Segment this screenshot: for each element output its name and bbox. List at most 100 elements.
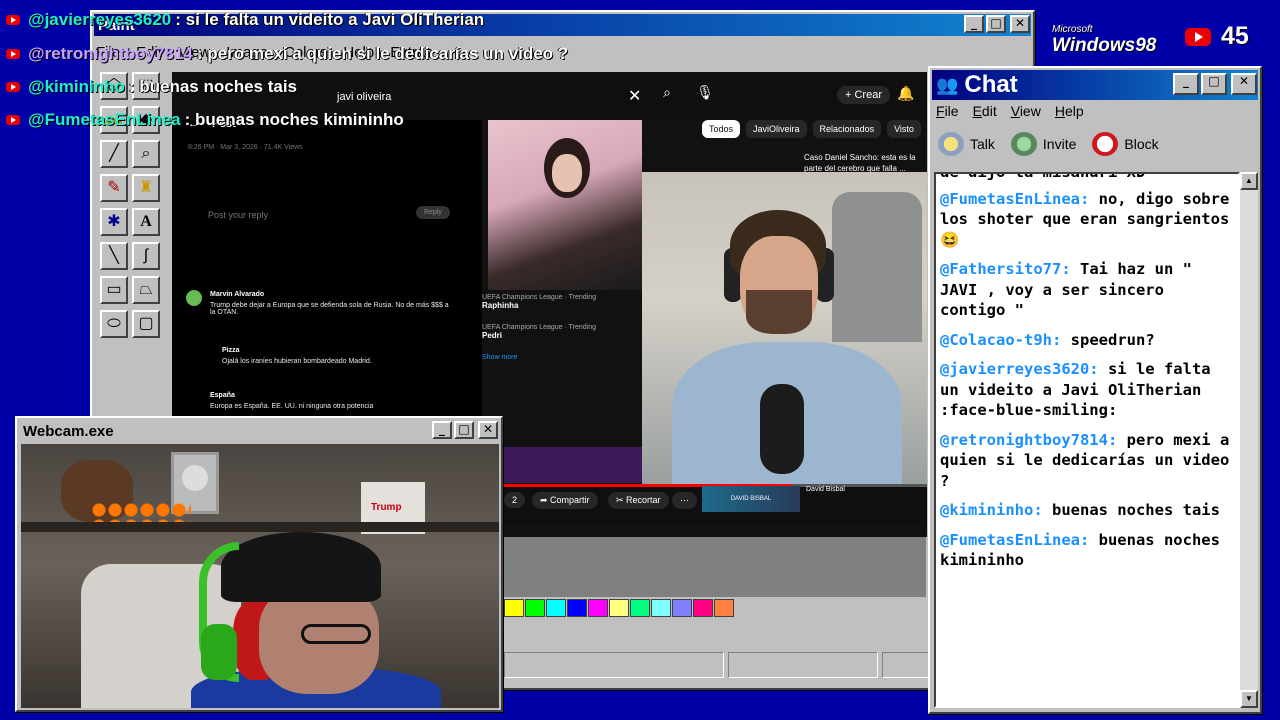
overlay-username: @FumetasEnLinea: [28, 110, 181, 129]
chat-username: @FumetasEnLinea:: [940, 530, 1090, 549]
gaming-chair: [832, 192, 922, 342]
chat-message: @retronightboy7814: pero mexi a quien si…: [940, 430, 1234, 492]
share-button[interactable]: ➦ Compartir: [532, 492, 598, 509]
airbrush-icon[interactable]: ✱: [100, 208, 128, 236]
curve-icon[interactable]: ∫: [132, 242, 160, 270]
chat-window: 👥 Chat _ □ ✕ File Edit View Help Talk In…: [928, 66, 1262, 714]
headphone-cup: [201, 624, 237, 680]
palette-swatch[interactable]: [693, 599, 713, 617]
palette-swatch[interactable]: [609, 599, 629, 617]
clear-search-icon[interactable]: ✕: [628, 86, 641, 106]
talk-icon: [938, 132, 964, 156]
create-button[interactable]: + Crear: [837, 86, 890, 104]
text-icon[interactable]: A: [132, 208, 160, 236]
x-reply-button[interactable]: Reply: [416, 206, 450, 219]
video-thumbnail[interactable]: DAVID BISBAL: [702, 486, 800, 512]
bell-icon[interactable]: 🔔: [897, 85, 914, 102]
overlay-message: : buenas noches tais: [128, 77, 298, 96]
paint-close-button[interactable]: ✕: [1010, 15, 1030, 33]
palette-swatch[interactable]: [588, 599, 608, 617]
webcam-title: Webcam.exe: [23, 422, 114, 440]
polygon-icon[interactable]: ⏢: [132, 276, 160, 304]
reply-text: Europa es España. EE. UU. ni ninguna otr…: [210, 403, 374, 410]
chat-menu-edit[interactable]: Edit: [973, 103, 997, 119]
suggested-video-title[interactable]: Caso Daniel Sancho: esta es la parte del…: [804, 152, 922, 174]
chip-all[interactable]: Todos: [702, 120, 741, 138]
overlay-username: @javierreyes3620: [28, 10, 172, 29]
color-palette: [504, 599, 734, 617]
chat-menu-file[interactable]: File: [936, 103, 959, 119]
chat-menu-view[interactable]: View: [1011, 103, 1041, 119]
ellipse-icon[interactable]: ⬭: [100, 310, 128, 338]
paint-minimize-button[interactable]: _: [964, 15, 984, 33]
palette-swatch[interactable]: [525, 599, 545, 617]
reply-text: Trump debe dejar a Europa que se defiend…: [210, 302, 449, 316]
talk-label: Talk: [970, 136, 995, 152]
chat-minimize-button[interactable]: _: [1173, 73, 1199, 95]
palette-swatch[interactable]: [546, 599, 566, 617]
chat-message: @Colacao-t9h: speedrun?: [940, 330, 1234, 351]
invite-icon: [1010, 132, 1037, 156]
status-cell: [728, 652, 878, 678]
more-icon[interactable]: ⋯: [672, 492, 697, 509]
chat-menu-help[interactable]: Help: [1055, 103, 1084, 119]
chat-partial-message: de dijo la misandri XD: [940, 172, 1146, 181]
webcam-maximize-button[interactable]: □: [454, 421, 474, 439]
reply-author: Marvin Alvarado: [210, 291, 265, 298]
brush-icon[interactable]: ♜: [132, 174, 160, 202]
chat-scrollbar[interactable]: ▲ ▼: [1240, 172, 1258, 708]
pencil-icon[interactable]: ✎: [100, 174, 128, 202]
clip-label: Recortar: [626, 495, 661, 505]
palette-swatch[interactable]: [651, 599, 671, 617]
mic-icon[interactable]: 🎙: [694, 84, 716, 106]
invite-button[interactable]: Invite: [1010, 132, 1076, 156]
webcam-titlebar[interactable]: Webcam.exe: [19, 420, 499, 442]
chip-watched[interactable]: Visto: [887, 120, 921, 138]
palette-swatch[interactable]: [504, 599, 524, 617]
scroll-down-icon[interactable]: ▼: [1240, 690, 1258, 708]
chat-log[interactable]: de dijo la misandri XD @FumetasEnLinea: …: [934, 172, 1240, 708]
windows98-label: Windows98: [1052, 35, 1157, 56]
chat-close-button[interactable]: ✕: [1231, 73, 1257, 95]
search-icon[interactable]: ⌕: [656, 84, 678, 106]
rectangle-icon[interactable]: ▭: [100, 276, 128, 304]
paint-maximize-button[interactable]: □: [986, 15, 1006, 33]
block-button[interactable]: Block: [1092, 132, 1159, 156]
microphone: [760, 384, 804, 474]
webcam-close-button[interactable]: ✕: [478, 421, 498, 439]
chat-message: @javierreyes3620: si le falta un videito…: [940, 359, 1234, 421]
rounded-rect-icon[interactable]: ▢: [132, 310, 160, 338]
picker-icon[interactable]: ╱: [100, 140, 128, 168]
talk-button[interactable]: Talk: [938, 132, 995, 156]
palette-swatch[interactable]: [714, 599, 734, 617]
trending-item[interactable]: UEFA Champions League · Trending Pedri: [482, 324, 596, 340]
block-label: Block: [1124, 136, 1159, 152]
overlay-chat-line: @kimininho : buenas noches tais: [6, 77, 297, 97]
overlay-username: @kimininho: [28, 77, 125, 96]
host-cap: [221, 532, 381, 602]
palette-swatch[interactable]: [567, 599, 587, 617]
palette-swatch[interactable]: [672, 599, 692, 617]
box-label: Trump: [371, 502, 402, 513]
x-post-panel: [172, 120, 482, 420]
scroll-up-icon[interactable]: ▲: [1240, 172, 1258, 190]
microsoft-label: Microsoft: [1052, 24, 1093, 35]
clip-button[interactable]: ✂ Recortar: [608, 492, 669, 509]
x-reply-input[interactable]: Post your reply: [208, 210, 268, 220]
magnifier-icon[interactable]: ⌕: [132, 140, 160, 168]
webcam-minimize-button[interactable]: _: [432, 421, 452, 439]
streamer-beard: [746, 290, 812, 334]
chat-maximize-button[interactable]: □: [1201, 73, 1227, 95]
youtube-search-input[interactable]: javi oliveira: [327, 84, 647, 110]
palette-swatch[interactable]: [630, 599, 650, 617]
line-icon[interactable]: ╲: [100, 242, 128, 270]
chat-username: @kimininho:: [940, 501, 1043, 519]
chip-channel[interactable]: JaviOliveira: [746, 120, 807, 138]
likes-count[interactable]: 2: [504, 492, 526, 508]
show-more-link[interactable]: Show more: [482, 354, 517, 361]
youtube-icon: [6, 49, 20, 59]
trending-item[interactable]: UEFA Champions League · Trending Raphinha: [482, 294, 596, 310]
status-cell: [504, 652, 724, 678]
overlay-chat-line: @javierreyes3620 : si le falta un videit…: [6, 10, 484, 30]
chip-related[interactable]: Relacionados: [812, 120, 882, 138]
